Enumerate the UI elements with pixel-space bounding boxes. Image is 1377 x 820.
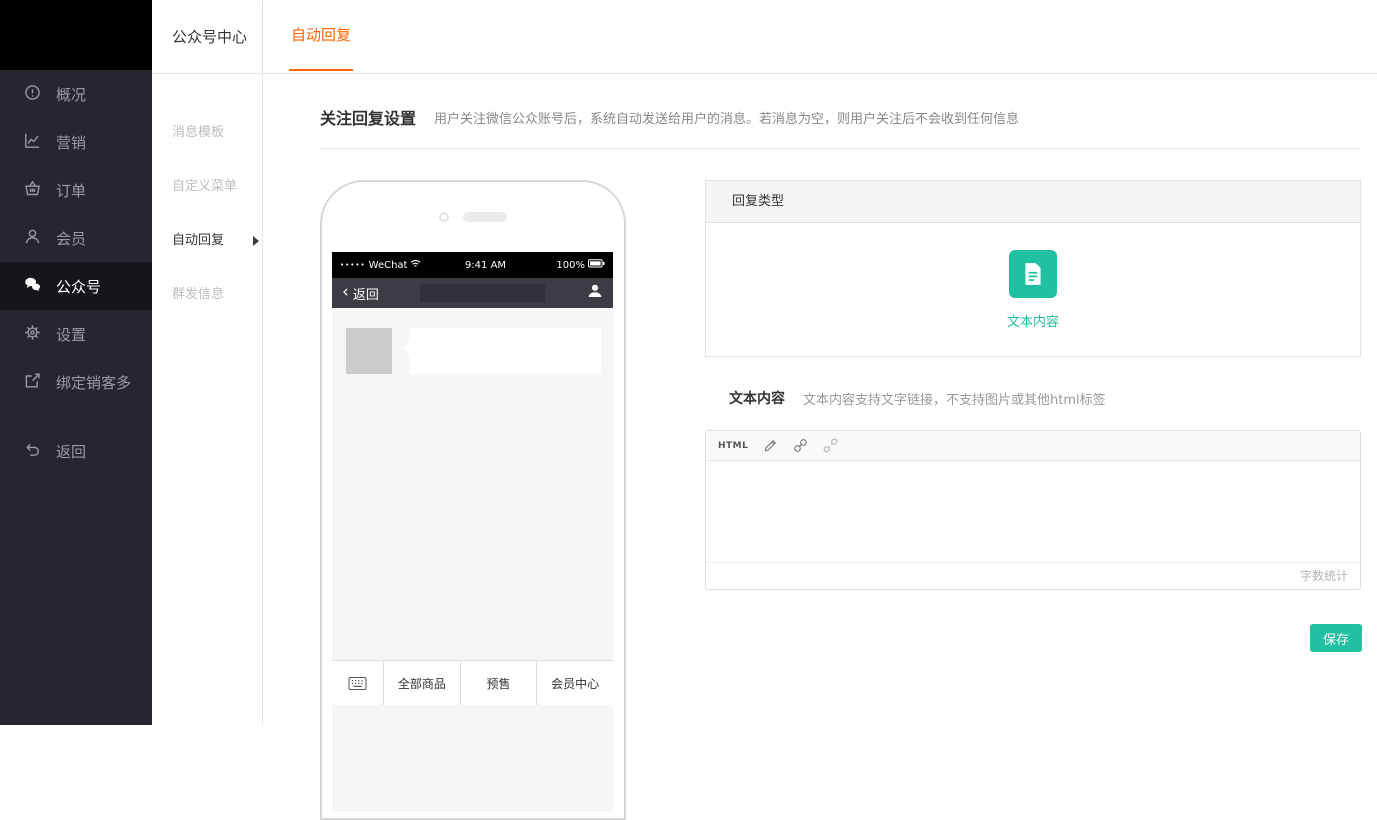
sidebar-item-label: 会员 <box>56 229 87 248</box>
overview-icon <box>24 84 41 105</box>
section-divider <box>320 148 1361 149</box>
subnav-item-label: 群发信息 <box>172 287 225 302</box>
avatar <box>346 328 392 374</box>
sidebar-item-label: 绑定销客多 <box>56 373 132 392</box>
nav-title-placeholder <box>420 284 546 302</box>
subnav-item-message-template[interactable]: 消息模板 <box>152 106 262 160</box>
word-count-label: 字数统计 <box>1299 569 1348 583</box>
back-chevron-icon: ‹ <box>342 281 349 302</box>
subnav-item-label: 自动回复 <box>172 233 225 248</box>
link-icon[interactable] <box>793 438 808 453</box>
wifi-icon <box>410 259 421 271</box>
sidebar-item-label: 订单 <box>56 181 87 200</box>
main-content: 关注回复设置 用户关注微信公众账号后，系统自动发送给用户的消息。若消息为空，则用… <box>263 74 1377 820</box>
subnav-item-label: 消息模板 <box>172 125 225 140</box>
sidebar-item-orders[interactable]: 订单 <box>0 166 152 214</box>
battery-percent: 100% <box>556 259 585 271</box>
reply-type-header: 回复类型 <box>706 181 1360 223</box>
text-content-label: 文本内容 <box>729 391 785 407</box>
chat-preview <box>332 308 613 660</box>
html-source-button[interactable]: HTML <box>718 441 748 451</box>
sidebar-item-marketing[interactable]: 营销 <box>0 118 152 166</box>
sidebar-item-label: 营销 <box>56 133 87 152</box>
marketing-icon <box>24 132 41 153</box>
editor-footer: 字数统计 <box>706 562 1360 588</box>
phone-menu-member-center: 会员中心 <box>551 676 600 691</box>
subnav-item-label: 自定义菜单 <box>172 179 238 194</box>
format-pencil-icon[interactable] <box>763 438 778 453</box>
reply-type-panel: 回复类型 文本内容 <box>705 180 1361 357</box>
sidebar-item-bind[interactable]: 绑定销客多 <box>0 358 152 406</box>
editor-input-area[interactable] <box>706 461 1360 562</box>
back-icon <box>24 441 41 462</box>
main-sidebar: 概况 营销 订单 会员 公众号 设置 绑定销客多 返回 <box>0 0 152 725</box>
text-document-icon <box>1009 249 1057 298</box>
sub-sidebar: 公众号中心 消息模板 自定义菜单 自动回复 群发信息 <box>152 0 263 725</box>
sub-sidebar-title: 公众号中心 <box>152 0 262 74</box>
sidebar-item-return[interactable]: 返回 <box>0 427 152 475</box>
phone-menu-presale: 预售 <box>461 661 538 705</box>
sidebar-item-label: 返回 <box>56 442 87 461</box>
phone-speaker <box>463 212 507 222</box>
keyboard-icon <box>332 661 384 705</box>
phone-camera <box>439 212 449 222</box>
profile-icon <box>587 283 603 303</box>
phone-screen: ••••• WeChat 9:41 AM 100% ‹ 返回 全部商品 预售 会… <box>332 252 613 812</box>
text-content-description: 文本内容支持文字链接，不支持图片或其他html标签 <box>803 392 1106 408</box>
phone-status-bar: ••••• WeChat 9:41 AM 100% <box>332 252 613 278</box>
sidebar-item-public-account[interactable]: 公众号 <box>0 262 152 310</box>
phone-preview: ••••• WeChat 9:41 AM 100% ‹ 返回 全部商品 预售 会… <box>320 180 626 820</box>
sidebar-item-label: 公众号 <box>56 277 102 296</box>
page-description: 用户关注微信公众账号后，系统自动发送给用户的消息。若消息为空，则用户关注后不会收… <box>434 111 1020 127</box>
subnav-item-auto-reply[interactable]: 自动回复 <box>152 214 262 268</box>
subnav-item-mass-message[interactable]: 群发信息 <box>152 268 262 322</box>
logo-block <box>0 0 152 70</box>
sidebar-item-settings[interactable]: 设置 <box>0 310 152 358</box>
subnav-item-custom-menu[interactable]: 自定义菜单 <box>152 160 262 214</box>
bind-icon <box>24 372 41 393</box>
tab-auto-reply[interactable]: 自动回复 <box>289 0 354 71</box>
wechat-icon <box>24 276 41 297</box>
text-option-label: 文本内容 <box>1006 314 1059 330</box>
save-button[interactable]: 保存 <box>1310 624 1362 652</box>
signal-dots: ••••• <box>340 261 366 269</box>
unlink-icon[interactable] <box>823 438 838 453</box>
sidebar-item-overview[interactable]: 概况 <box>0 70 152 118</box>
members-icon <box>24 228 41 249</box>
editor-toolbar: HTML <box>706 431 1360 461</box>
phone-back-label: 返回 <box>352 287 379 303</box>
text-editor: HTML 字数统计 <box>705 430 1361 590</box>
message-bubble <box>403 328 601 374</box>
reply-type-text-option[interactable]: 文本内容 <box>706 223 1360 356</box>
phone-back-button: ‹ 返回 <box>342 281 379 303</box>
orders-icon <box>24 180 41 201</box>
topbar: 自动回复 <box>263 0 1377 74</box>
phone-bottom-menu: 全部商品 预售 会员中心 <box>332 660 613 705</box>
page-title: 关注回复设置 <box>320 109 417 128</box>
phone-nav-bar: ‹ 返回 <box>332 278 613 308</box>
clock-label: 9:41 AM <box>464 259 507 271</box>
settings-icon <box>24 324 41 345</box>
carrier-label: WeChat <box>368 259 408 271</box>
sidebar-item-label: 概况 <box>56 85 87 104</box>
active-arrow-icon <box>253 236 259 246</box>
sidebar-item-members[interactable]: 会员 <box>0 214 152 262</box>
battery-icon <box>588 259 605 271</box>
sidebar-item-label: 设置 <box>56 325 87 344</box>
phone-menu-all-products: 全部商品 <box>384 661 461 705</box>
